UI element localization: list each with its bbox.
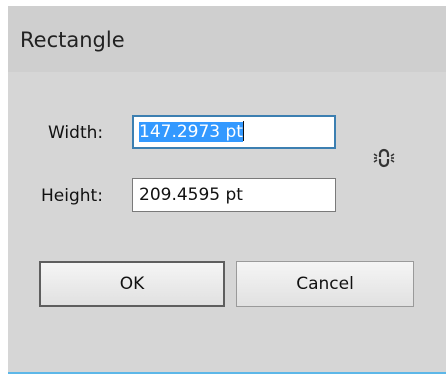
- dialog-title-bar[interactable]: Rectangle: [8, 6, 446, 72]
- cancel-button[interactable]: Cancel: [236, 261, 414, 307]
- dialog-title: Rectangle: [20, 28, 125, 52]
- width-label: Width:: [48, 123, 104, 143]
- text-caret: [242, 121, 244, 141]
- height-label: Height:: [41, 186, 103, 206]
- link-proportions-icon[interactable]: [372, 146, 396, 170]
- ok-button[interactable]: OK: [39, 261, 225, 307]
- rectangle-dialog: Rectangle Width: 147.2973 pt Height: 209…: [8, 6, 446, 374]
- width-field-selected-text: 147.2973 pt: [139, 122, 243, 142]
- width-field[interactable]: 147.2973 pt: [132, 115, 336, 149]
- height-field[interactable]: 209.4595 pt: [132, 178, 336, 212]
